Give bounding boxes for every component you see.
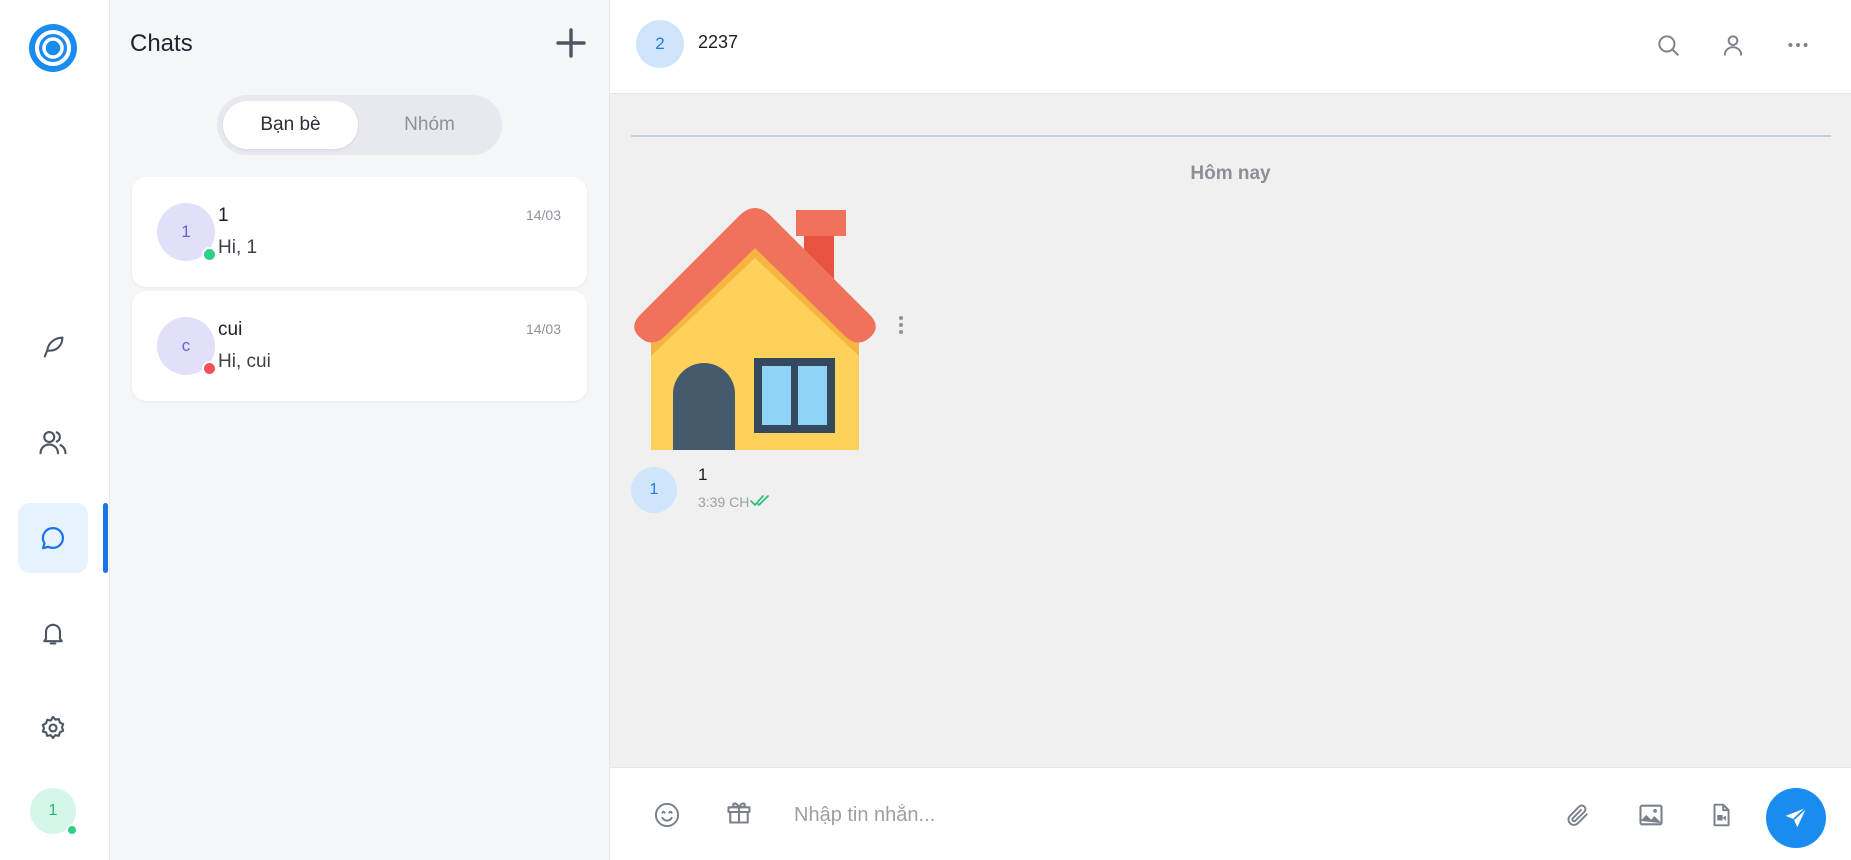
sender-avatar-initial: 1 (649, 481, 659, 498)
conversation-avatar-initial: 1 (181, 222, 191, 241)
emoji-icon (654, 802, 680, 828)
send-image-button[interactable] (1634, 798, 1668, 832)
contact-profile-button[interactable] (1716, 28, 1750, 62)
contact-avatar-initial: 2 (655, 34, 665, 53)
gift-icon (727, 802, 751, 824)
nav-chats-button[interactable] (18, 503, 88, 573)
nav-feed-button[interactable] (18, 312, 88, 382)
contact-name[interactable]: 2237 (698, 32, 738, 53)
video-file-icon (1713, 803, 1730, 827)
plus-icon (556, 28, 586, 58)
users-icon (39, 430, 67, 455)
conversation-item[interactable]: c cui Hi, cui 14/03 (132, 291, 587, 401)
my-online-status-dot (66, 824, 78, 836)
conversation-date: 14/03 (525, 321, 561, 337)
offline-status-dot (202, 361, 217, 376)
send-video-button[interactable] (1704, 798, 1738, 832)
new-chat-button[interactable] (552, 24, 590, 62)
read-receipt-icon (750, 495, 769, 506)
conversation-name: cui (218, 319, 243, 340)
search-messages-button[interactable] (1651, 28, 1685, 62)
message-input[interactable] (794, 792, 1554, 838)
conversation-preview: Hi, 1 (218, 237, 258, 258)
conversation-date: 14/03 (525, 207, 561, 223)
left-rail: 1 (0, 0, 110, 860)
conversation-avatar-initial: c (181, 336, 191, 355)
conversation-header: 2 2237 (610, 0, 1851, 94)
conversation-pane: 2 2237 Hôm nay 1 1 3:39 CH Nhập tin nhắn… (610, 0, 1851, 860)
friends-groups-switch: Bạn bè Nhóm (217, 95, 502, 155)
nav-friends-button[interactable] (18, 407, 88, 477)
message-options-button[interactable] (892, 312, 910, 338)
gear-icon (41, 715, 65, 739)
user-icon (1723, 35, 1743, 56)
tab-friends[interactable]: Bạn bè (223, 101, 358, 149)
tab-groups[interactable]: Nhóm (362, 101, 497, 149)
conversation-preview: Hi, cui (218, 351, 271, 372)
send-icon (1785, 807, 1807, 828)
feather-icon (43, 336, 64, 358)
attach-file-button[interactable] (1561, 798, 1595, 832)
search-icon (1658, 35, 1679, 56)
conversation-item[interactable]: 1 1 Hi, 1 14/03 (132, 177, 587, 287)
online-status-dot (202, 247, 217, 262)
house-sticker[interactable] (629, 198, 881, 450)
chat-list-title: Chats (130, 30, 193, 57)
message-time: 3:39 CH (698, 494, 750, 510)
sender-avatar: 1 (631, 467, 677, 513)
emoji-button[interactable] (650, 798, 684, 832)
nav-notifications-button[interactable] (18, 598, 88, 668)
contact-avatar[interactable]: 2 (636, 20, 684, 68)
nav-settings-button[interactable] (18, 693, 88, 763)
image-icon (1639, 804, 1663, 826)
bell-icon (43, 623, 63, 645)
gift-button[interactable] (722, 795, 756, 829)
conversation-name: 1 (218, 205, 229, 226)
day-separator: Hôm nay (1190, 163, 1271, 184)
my-avatar-initial: 1 (48, 802, 58, 819)
message-sender: 1 (698, 465, 708, 484)
more-icon (1788, 43, 1808, 47)
send-button[interactable] (1766, 788, 1826, 848)
day-divider-line (631, 135, 1831, 137)
chat-list-panel: Chats Bạn bè Nhóm 1 1 Hi, 1 14/03 c cui … (110, 0, 610, 860)
more-options-button[interactable] (1781, 28, 1815, 62)
active-nav-indicator (103, 503, 108, 573)
chat-bubble-icon (41, 526, 65, 550)
message-composer (610, 767, 1851, 860)
paperclip-icon (1567, 804, 1588, 826)
app-logo-icon[interactable] (29, 24, 77, 72)
